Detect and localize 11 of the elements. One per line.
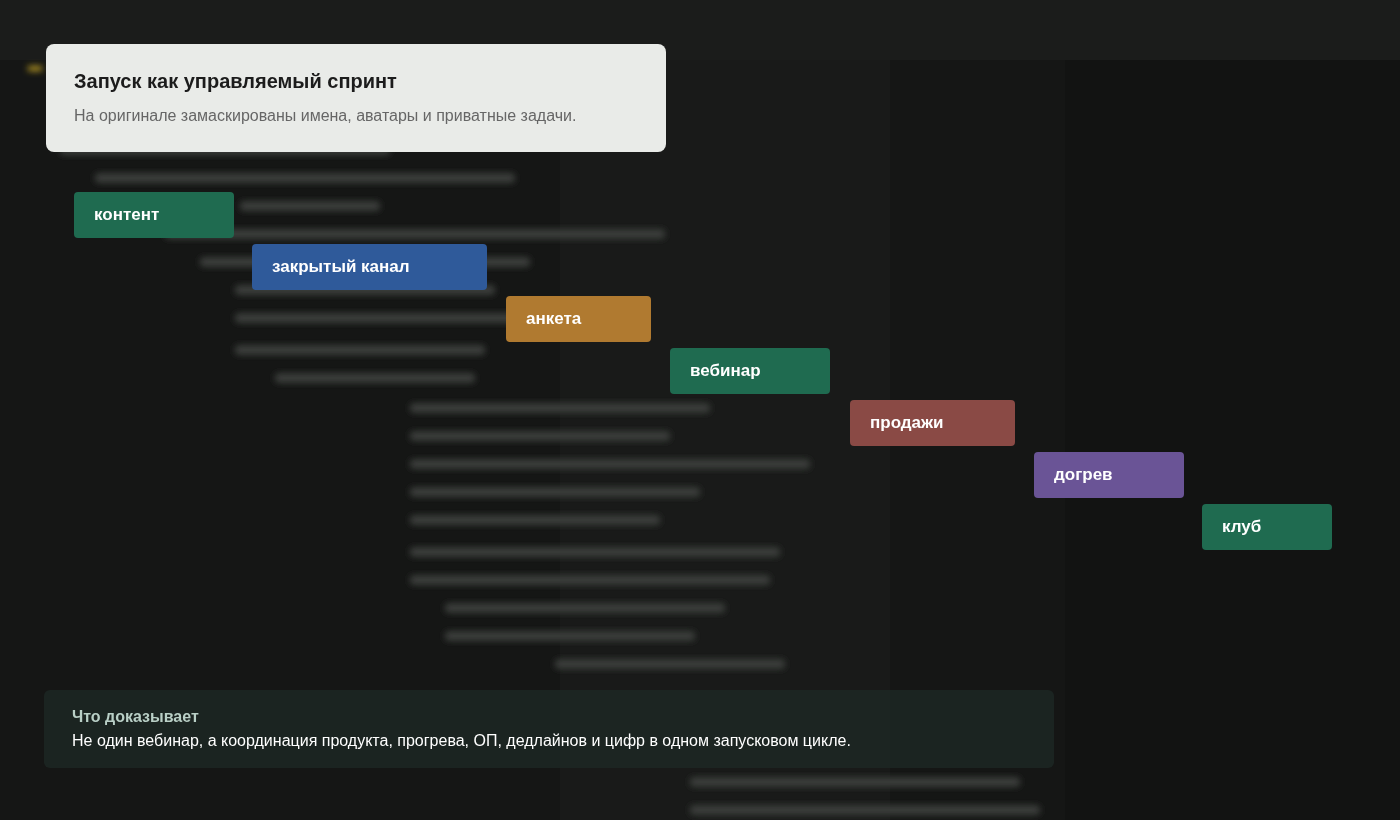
stage-label: закрытый канал [252,244,487,290]
panel-text: Не один вебинар, а координация продукта, прогрева, ОП, дедлайнов и цифр в одном запусковом цикле. [72,732,852,750]
stage-label: клуб [1202,504,1332,550]
stage-label: контент [74,192,234,238]
card-title: Запуск как управляемый спринт [74,70,398,93]
stage-label: продажи [850,400,1015,446]
card-subtitle: На оригинале замаскированы имена, аватары и приватные задачи. [74,107,578,125]
stage-label: догрев [1034,452,1184,498]
stage-label: вебинар [670,348,830,394]
panel-title: Что доказывает [72,708,200,726]
stage-label: анкета [506,296,651,342]
